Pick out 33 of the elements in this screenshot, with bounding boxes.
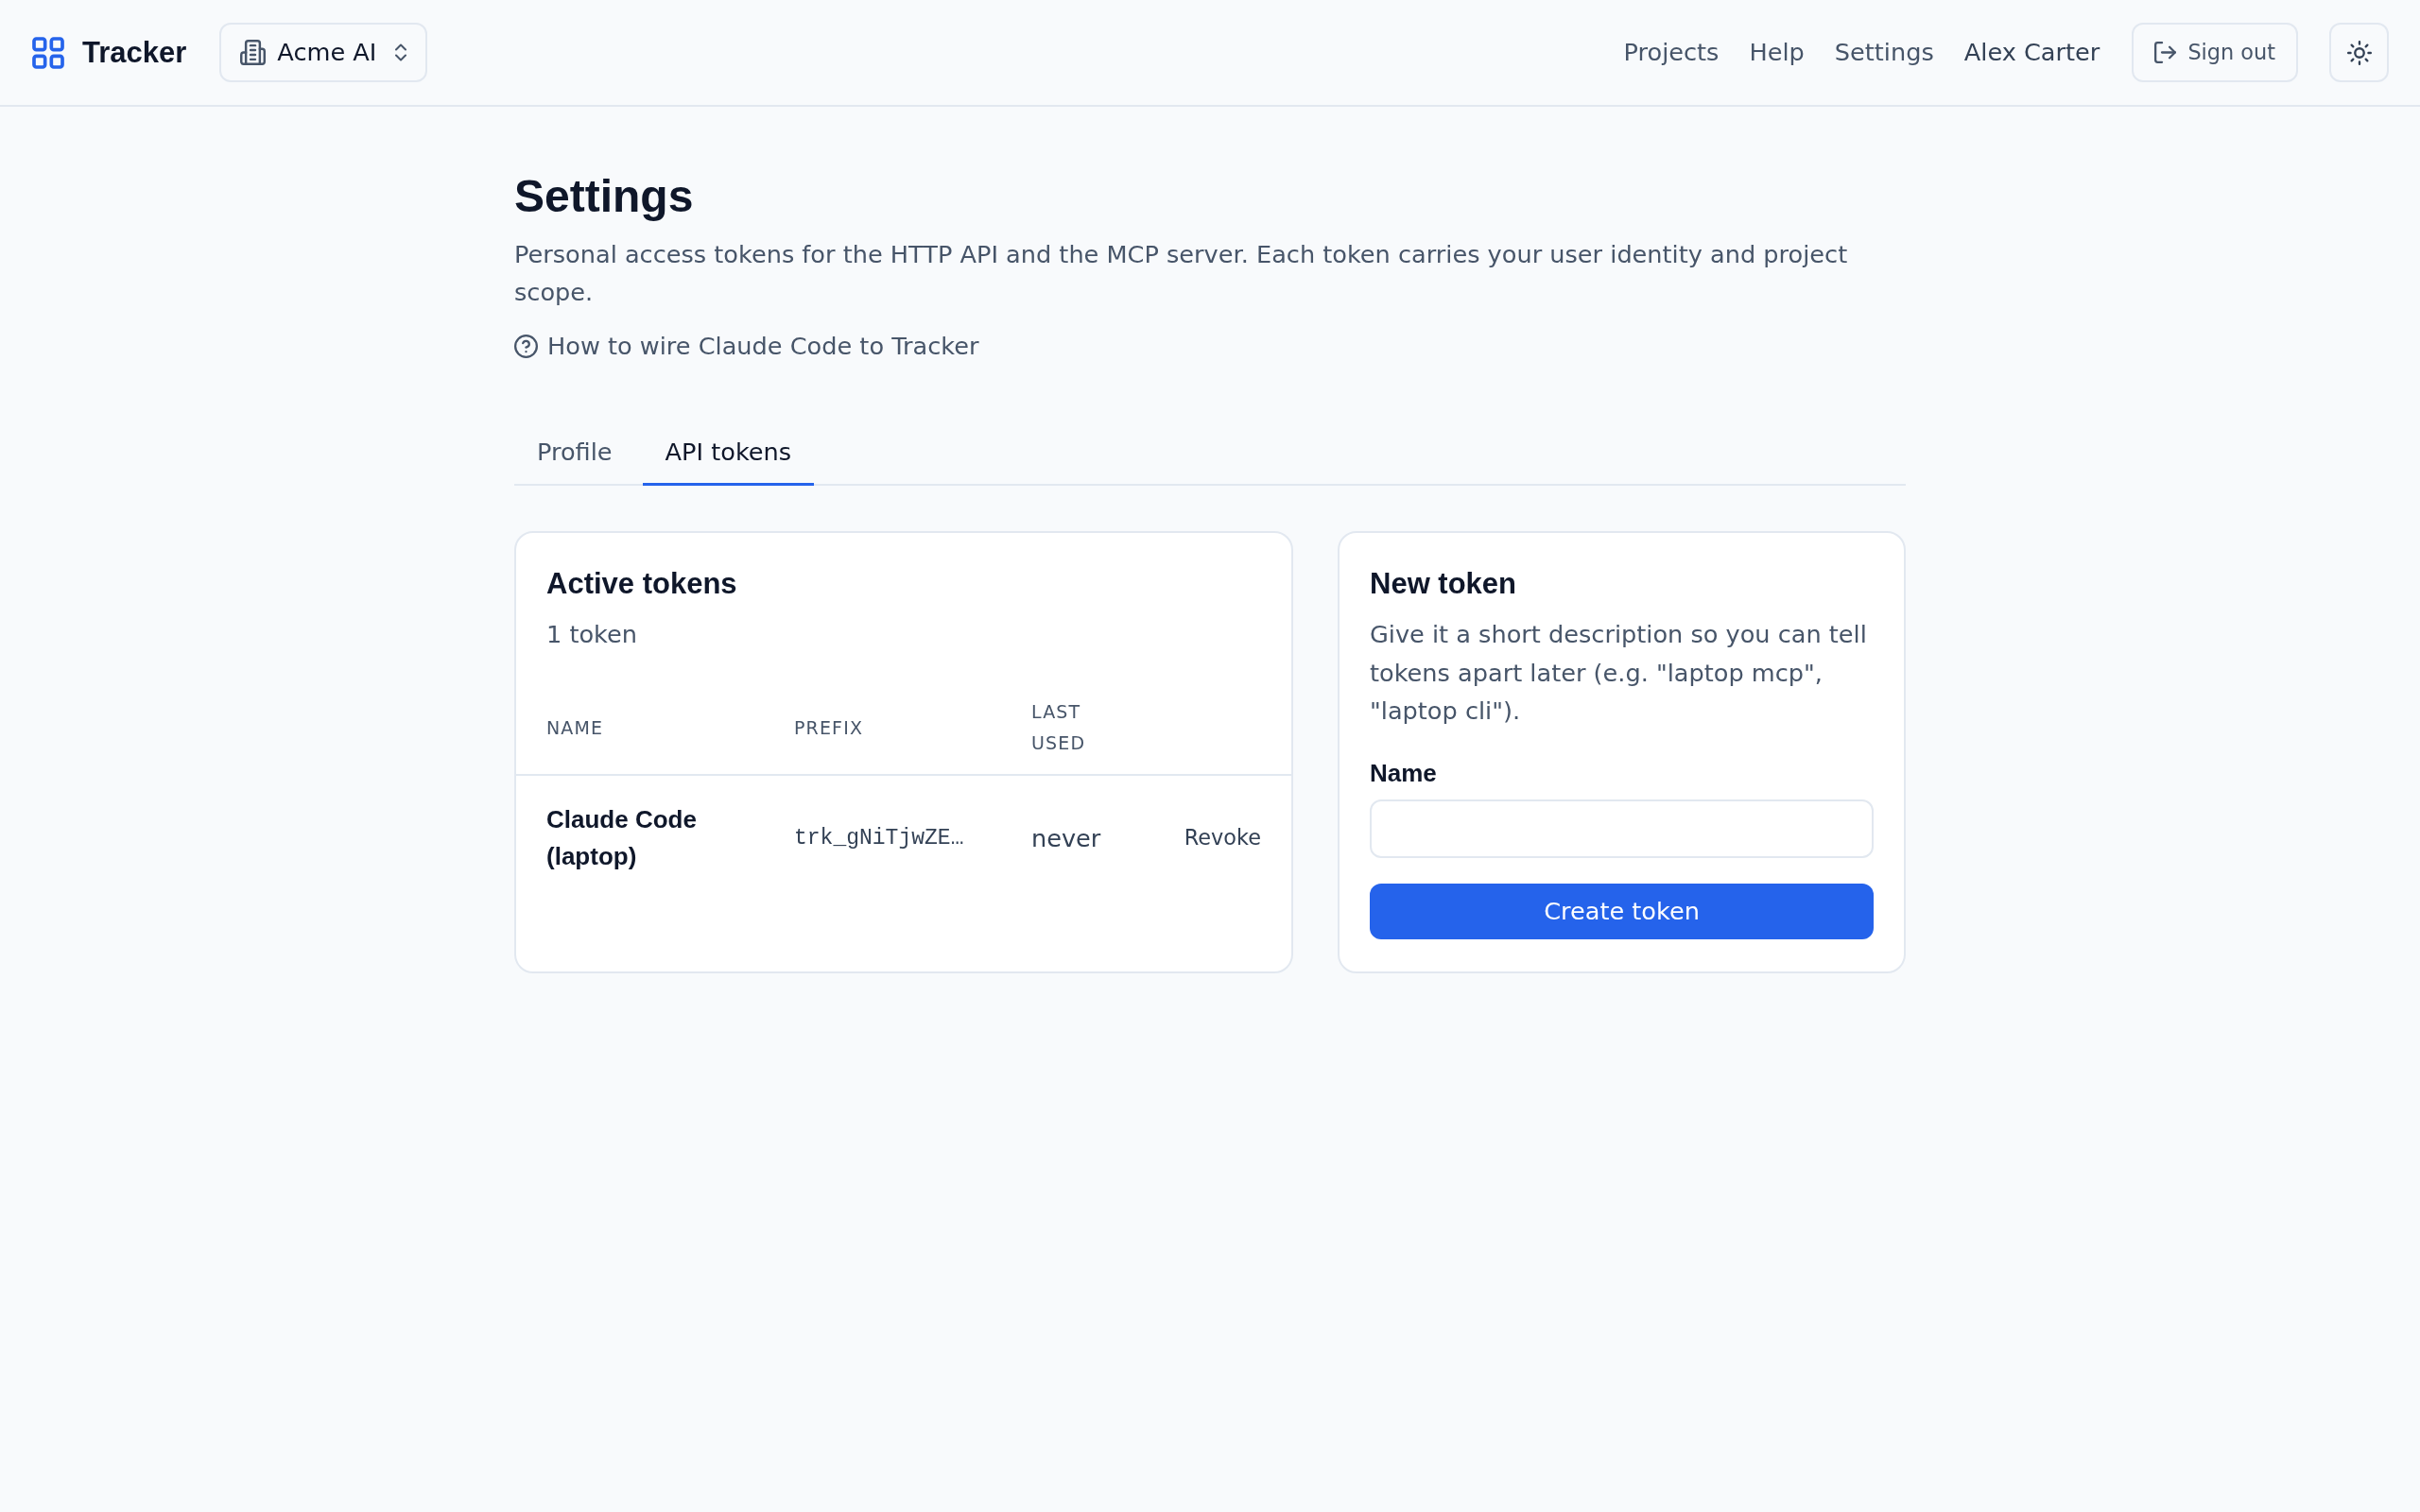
help-link[interactable]: How to wire Claude Code to Tracker: [514, 327, 979, 365]
app-name: Tracker: [82, 34, 187, 71]
grid-icon: [32, 36, 64, 69]
name-input[interactable]: [1370, 799, 1874, 858]
theme-toggle-button[interactable]: [2329, 23, 2389, 82]
tab[interactable]: Profile: [514, 419, 635, 486]
column-header: NAME: [546, 715, 604, 740]
table-cell-text: trk_gNiTjwZE…: [794, 824, 964, 852]
create-token-button[interactable]: Create token: [1370, 883, 1874, 939]
card-description: Give it a short description so you can tell tokens apart later (e.g. "laptop mcp", "laptop cli").: [1370, 619, 1868, 727]
nav-link[interactable]: Help: [1749, 38, 1805, 67]
card-title: Active tokens: [546, 566, 737, 602]
page-description: Personal access tokens for the HTTP API and the MCP server. Each token carries your user identity and project scope.: [514, 239, 1849, 308]
field-label: Name: [1370, 757, 1437, 789]
token-count: 1 token: [546, 619, 637, 650]
column-header: LAST USED: [1031, 700, 1087, 755]
user-name: Alex Carter: [1963, 38, 2100, 67]
sign-out-icon: [2154, 42, 2177, 63]
column-header: PREFIX: [794, 715, 864, 740]
table-cell-text: Claude Code (laptop): [546, 804, 698, 872]
revoke-button[interactable]: Revoke: [1184, 817, 1261, 859]
help-icon: [514, 334, 538, 358]
chevron-up-down-icon: [395, 43, 407, 61]
table-cell-text: never: [1031, 822, 1101, 854]
building-icon: [240, 40, 267, 65]
organization-selector[interactable]: Acme AI: [219, 23, 428, 82]
sun-icon: [2346, 40, 2372, 65]
sign-out-button[interactable]: Sign out: [2132, 23, 2298, 82]
nav-link[interactable]: Settings: [1834, 38, 1934, 67]
page-title: Settings: [514, 170, 694, 223]
nav-link[interactable]: Projects: [1623, 38, 1720, 67]
card-title: New token: [1370, 566, 1517, 602]
tab[interactable]: API tokens: [642, 419, 815, 486]
